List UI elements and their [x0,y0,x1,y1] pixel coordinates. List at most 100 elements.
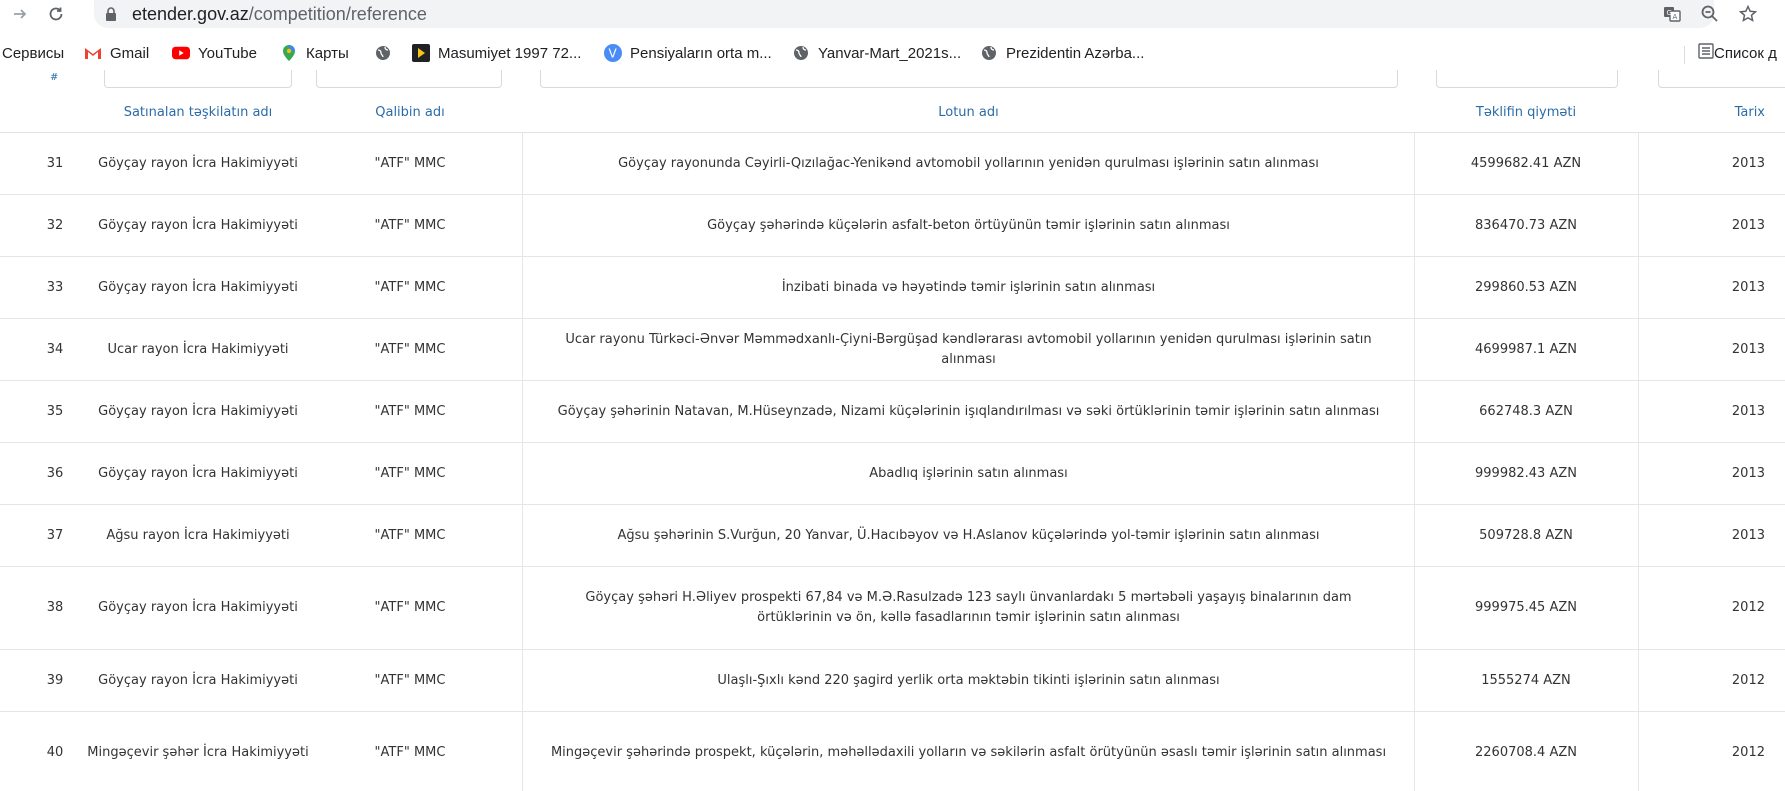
header-lot[interactable]: Lotun adı [522,92,1415,132]
cell-lot: Göyçay şəhəri H.Əliyev prospekti 67,84 v… [522,567,1415,649]
bookmark-label: YouTube [198,44,257,62]
cell-organization: Göyçay rayon İcra Hakimiyyəti [98,217,298,233]
cell-winner: "ATF" MMC [374,745,446,760]
omnibox-actions: GA [1660,2,1760,26]
cell-winner: "ATF" MMC [374,341,446,357]
cell-organization: Göyçay rayon İcra Hakimiyyəti [98,279,298,295]
bookmark-star-icon[interactable] [1736,2,1760,26]
cell-organization: Göyçay rayon İcra Hakimiyyəti [98,403,298,419]
reload-button[interactable] [44,2,68,26]
cell-date: 2013 [1638,133,1785,194]
bookmark-apps[interactable]: Сервисы [2,42,64,64]
hash-label: # [50,72,59,83]
lot-filter-input[interactable] [540,70,1398,88]
cell-lot: Göyçay rayonunda Cəyirli-Qızılağac-Yenik… [522,133,1415,194]
cell-winner: "ATF" MMC [374,465,446,481]
cell-winner: "ATF" MMC [374,403,446,419]
table-row[interactable]: 37 Ağsu rayon İcra Hakimiyyəti "ATF" MMC… [0,505,1785,567]
cell-organization: Göyçay rayon İcra Hakimiyyəti [98,600,298,615]
cell-winner: "ATF" MMC [374,155,446,171]
cell-winner: "ATF" MMC [374,217,446,233]
cell-price: 4699987.1 AZN [1475,341,1577,357]
header-org[interactable]: Satınalan təşkilatın adı [70,92,326,132]
org-filter-input[interactable] [104,70,292,88]
cell-lot: Ulaşlı-Şıxlı kənd 220 şagird yerlik orta… [522,650,1415,711]
cell-organization: Göyçay rayon İcra Hakimiyyəti [98,672,298,688]
svg-text:G: G [1667,9,1672,17]
table-row[interactable]: 39 Göyçay rayon İcra Hakimiyyəti "ATF" M… [0,650,1785,712]
cell-date: 2012 [1638,650,1785,711]
cell-price: 299860.53 AZN [1475,279,1577,295]
cell-lot: Ucar rayonu Türkəci-Ənvər Məmmədxanlı-Çi… [522,319,1415,380]
template-filter-input[interactable] [316,70,502,88]
cell-lot: Göyçay şəhərində küçələrin asfalt-beton … [522,195,1415,256]
bookmark-gmail[interactable]: Gmail [84,42,149,64]
header-template[interactable]: Qalibin adı [330,92,490,132]
table-row[interactable]: 36 Göyçay rayon İcra Hakimiyyəti "ATF" M… [0,443,1785,505]
cell-price: 836470.73 AZN [1475,217,1577,233]
cell-date: 2013 [1638,505,1785,566]
table-row[interactable]: 33 Göyçay rayon İcra Hakimiyyəti "ATF" M… [0,257,1785,319]
cell-lot: Göyçay şəhərinin Natavan, M.Hüseynzadə, … [522,381,1415,442]
cell-lot: Abadlıq işlərinin satın alınması [522,443,1415,504]
cell-price: 1555274 AZN [1481,672,1571,688]
cell-date: 2013 [1638,319,1785,380]
svg-text:A: A [1673,13,1678,21]
bookmark-globe[interactable] [374,42,400,64]
price-filter-input[interactable] [1436,70,1618,88]
cell-date: 2013 [1638,443,1785,504]
bookmark-pensiya[interactable]: V Pensiyaların orta m... [604,42,772,64]
bookmark-label: Карты [306,44,349,62]
table-row[interactable]: 38 Göyçay rayon İcra Hakimiyyəti "ATF" M… [0,567,1785,650]
reading-list-button[interactable]: Список д [1698,42,1777,64]
cell-winner: "ATF" MMC [374,279,446,295]
bookmark-youtube[interactable]: YouTube [172,42,257,64]
bookmark-label: Yanvar-Mart_2021s... [818,44,962,62]
video-icon [412,44,430,62]
cell-price: 2260708.4 AZN [1475,745,1577,760]
cell-organization: Mingəçevir şəhər İcra Hakimiyyəti [87,745,309,760]
zoom-icon[interactable] [1698,2,1722,26]
bookmarks-separator [1684,46,1685,64]
bookmark-yanvar[interactable]: Yanvar-Mart_2021s... [792,42,961,64]
cell-date: 2012 [1638,712,1785,791]
table-header: Satınalan təşkilatın adı Qalibin adı Lot… [0,92,1785,133]
cell-date: 2012 [1638,567,1785,649]
reading-list-label: Список д [1714,44,1777,62]
table-row[interactable]: 35 Göyçay rayon İcra Hakimiyyəti "ATF" M… [0,381,1785,443]
url-field[interactable]: etender.gov.az/competition/reference [94,0,1714,28]
bookmark-label: Pensiyaların orta m... [630,44,772,62]
date-filter-input[interactable] [1658,70,1785,88]
bookmark-maps[interactable]: Карты [280,42,349,64]
cell-winner: "ATF" MMC [374,600,446,615]
cell-date: 2013 [1638,195,1785,256]
translate-icon[interactable]: GA [1660,2,1684,26]
reload-icon [49,7,63,21]
cell-organization: Göyçay rayon İcra Hakimiyyəti [98,155,298,171]
cell-price: 4599682.41 AZN [1470,155,1582,171]
url-path: /competition/reference [248,4,427,24]
globe-icon [374,44,392,62]
lock-icon [104,6,118,22]
table-row[interactable]: 31 Göyçay rayon İcra Hakimiyyəti "ATF" M… [0,133,1785,195]
cell-date: 2013 [1638,381,1785,442]
table-row[interactable]: 40 Mingəçevir şəhər İcra Hakimiyyəti "AT… [0,712,1785,791]
cell-lot: Mingəçevir şəhərində prospekt, küçələrin… [522,712,1415,791]
bookmark-masumiyet[interactable]: Masumiyet 1997 72... [412,42,581,64]
cell-winner: "ATF" MMC [374,672,446,688]
table-row[interactable]: 34 Ucar rayon İcra Hakimiyyəti "ATF" MMC… [0,319,1785,381]
forward-button[interactable] [8,2,32,26]
bookmark-prezident[interactable]: Prezidentin Azərba... [980,42,1144,64]
header-price[interactable]: Təklifin qiyməti [1415,92,1637,132]
table-row[interactable]: 32 Göyçay rayon İcra Hakimiyyəti "ATF" M… [0,195,1785,257]
cell-price: 999975.45 AZN [1475,600,1577,615]
gmail-icon [84,44,102,62]
cell-organization: Ucar rayon İcra Hakimiyyəti [107,341,289,357]
bookmark-label: Masumiyet 1997 72... [438,44,582,62]
maps-icon [280,44,298,62]
globe-icon [980,44,998,62]
cell-lot: İnzibati binada və həyətində təmir işlər… [522,257,1415,318]
page-content: # Satınalan təşkilatın adı Qalibin adı L… [0,70,1785,791]
svg-text:V: V [609,47,618,61]
header-date[interactable]: Tarix [1638,92,1785,132]
